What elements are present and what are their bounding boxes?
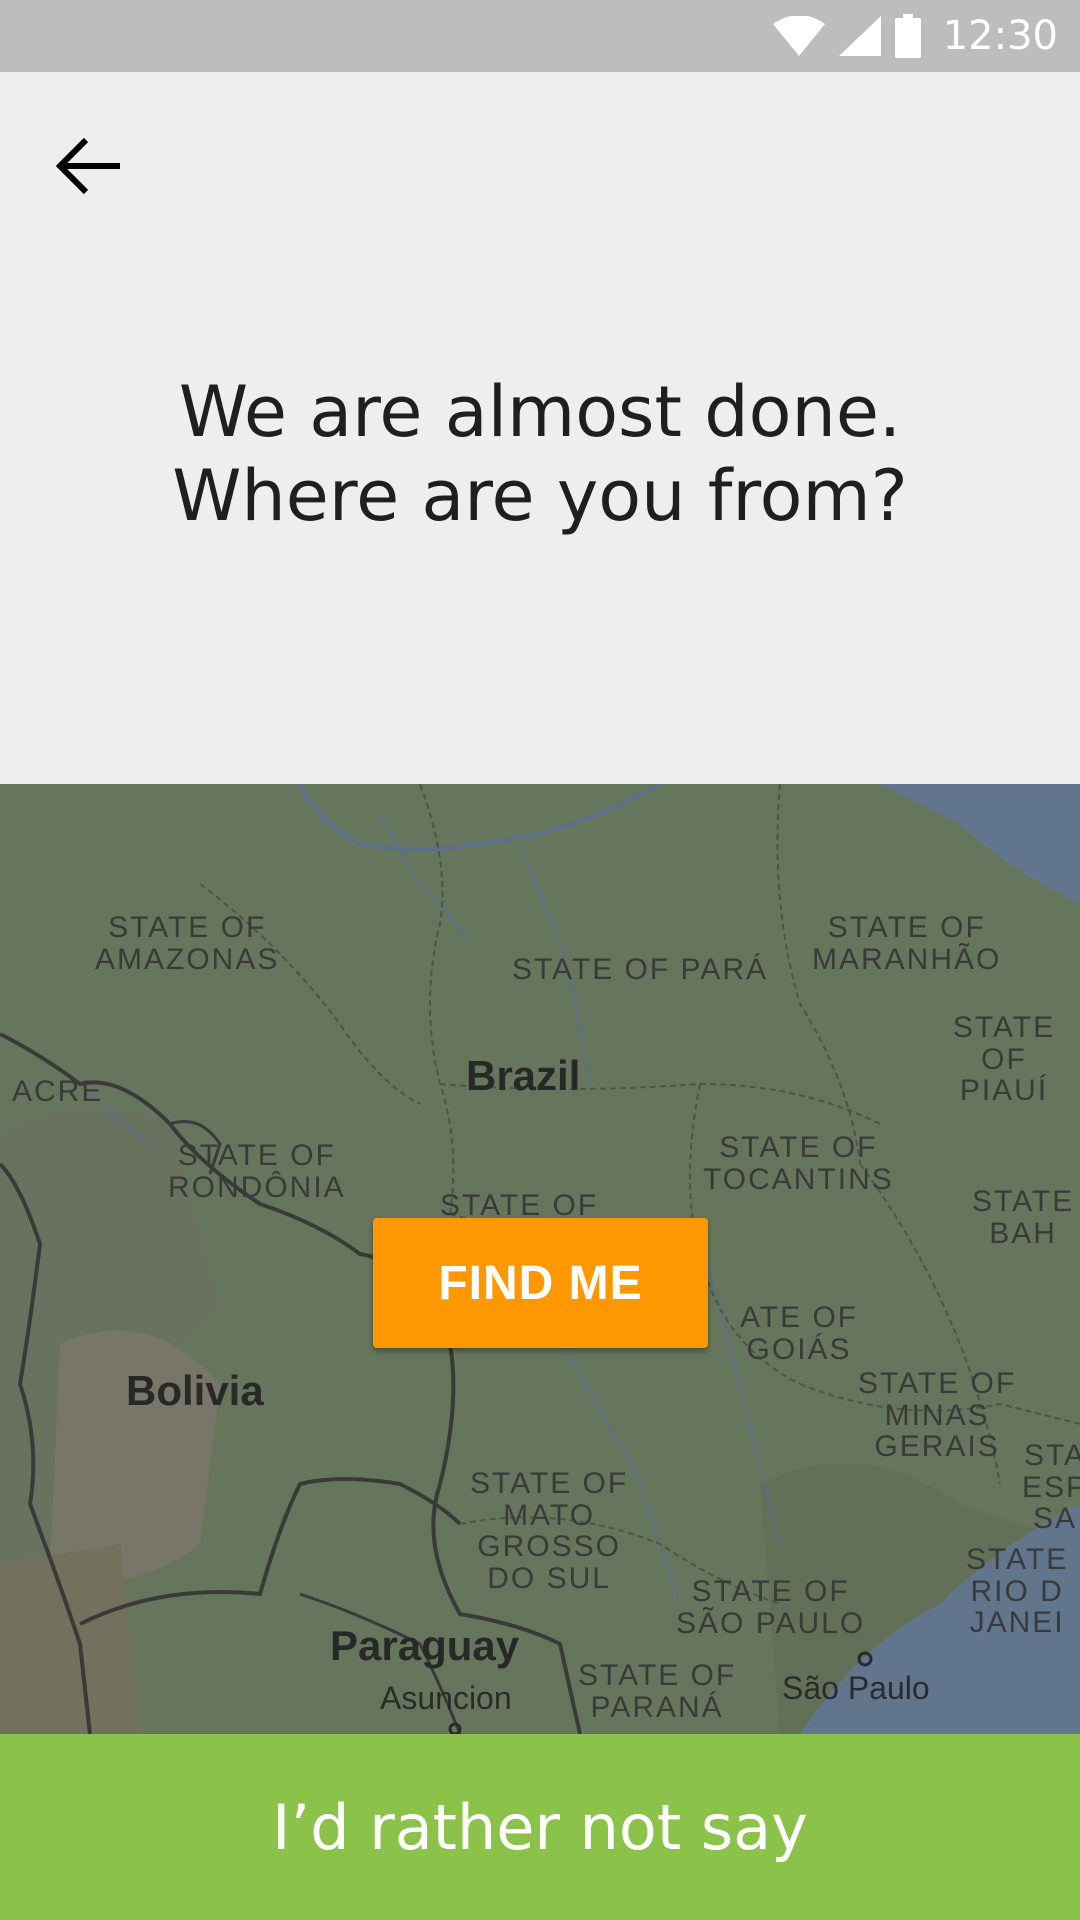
back-button[interactable] (40, 118, 136, 214)
battery-icon (894, 14, 921, 58)
status-bar: 12:30 (0, 0, 1080, 72)
status-time: 12:30 (942, 13, 1058, 59)
page-title: We are almost done. Where are you from? (0, 370, 1080, 538)
find-me-button[interactable]: FIND ME (373, 1218, 708, 1348)
rather-not-say-button[interactable]: I’d rather not say (0, 1734, 1080, 1920)
status-icons: 12:30 (772, 0, 1058, 72)
arrow-left-icon (55, 137, 120, 195)
wifi-icon (772, 16, 825, 56)
title-line-1: We are almost done. (178, 371, 902, 453)
title-line-2: Where are you from? (172, 455, 908, 537)
cell-signal-icon (838, 16, 881, 56)
